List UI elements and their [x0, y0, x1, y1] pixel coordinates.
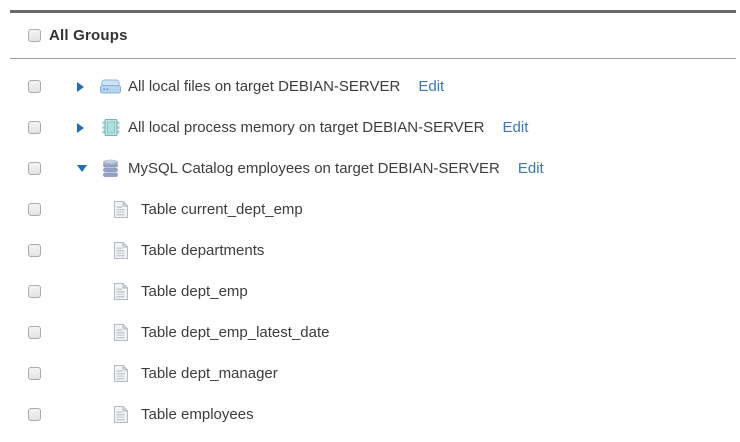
group-checkbox[interactable] — [28, 121, 41, 134]
table-icon-cell — [113, 365, 128, 382]
drive-icon — [100, 79, 121, 94]
table-icon-cell — [113, 201, 128, 218]
table-label: Table dept_emp — [141, 283, 248, 300]
table-icon-cell — [113, 406, 128, 423]
table-checkbox[interactable] — [28, 367, 41, 380]
table-icon-cell — [113, 324, 128, 341]
table-row: Table departments — [0, 230, 740, 271]
table-icon-cell — [113, 283, 128, 300]
document-icon — [113, 406, 128, 423]
database-icon — [100, 159, 121, 178]
all-groups-checkbox[interactable] — [28, 29, 41, 42]
table-checkbox[interactable] — [28, 326, 41, 339]
table-label: Table dept_emp_latest_date — [141, 324, 329, 341]
group-label: All local process memory on target DEBIA… — [128, 119, 485, 136]
group-checkbox[interactable] — [28, 80, 41, 93]
all-groups-header: All Groups — [0, 13, 740, 58]
groups-page: All Groups All local files on target DEB… — [0, 0, 740, 442]
collapse-arrow-icon[interactable] — [77, 165, 87, 172]
group-label: MySQL Catalog employees on target DEBIAN… — [128, 160, 500, 177]
chip-icon — [100, 119, 121, 136]
edit-link[interactable]: Edit — [418, 78, 444, 95]
table-row: Table employees — [0, 394, 740, 435]
edit-link[interactable]: Edit — [518, 160, 544, 177]
document-icon — [113, 201, 128, 218]
group-label: All local files on target DEBIAN-SERVER — [128, 78, 400, 95]
table-row: Table dept_emp_latest_date — [0, 312, 740, 353]
group-row: MySQL Catalog employees on target DEBIAN… — [0, 148, 740, 189]
table-row: Table dept_emp — [0, 271, 740, 312]
document-icon — [113, 283, 128, 300]
arrow-cell[interactable] — [77, 123, 91, 133]
table-row: Table dept_manager — [0, 353, 740, 394]
document-icon — [113, 365, 128, 382]
document-icon — [113, 324, 128, 341]
all-groups-label: All Groups — [49, 27, 128, 44]
document-icon — [113, 242, 128, 259]
table-checkbox[interactable] — [28, 203, 41, 216]
group-row: All local files on target DEBIAN-SERVER … — [0, 66, 740, 107]
group-row: All local process memory on target DEBIA… — [0, 107, 740, 148]
edit-link[interactable]: Edit — [503, 119, 529, 136]
groups-list: All local files on target DEBIAN-SERVER … — [0, 59, 740, 435]
arrow-cell[interactable] — [77, 82, 91, 92]
group-checkbox[interactable] — [28, 162, 41, 175]
arrow-cell[interactable] — [77, 165, 91, 172]
expand-arrow-icon[interactable] — [77, 123, 84, 133]
table-label: Table employees — [141, 406, 254, 423]
table-label: Table current_dept_emp — [141, 201, 303, 218]
table-icon-cell — [113, 242, 128, 259]
table-checkbox[interactable] — [28, 244, 41, 257]
table-label: Table departments — [141, 242, 264, 259]
table-row: Table current_dept_emp — [0, 189, 740, 230]
table-checkbox[interactable] — [28, 285, 41, 298]
expand-arrow-icon[interactable] — [77, 82, 84, 92]
table-label: Table dept_manager — [141, 365, 278, 382]
table-checkbox[interactable] — [28, 408, 41, 421]
